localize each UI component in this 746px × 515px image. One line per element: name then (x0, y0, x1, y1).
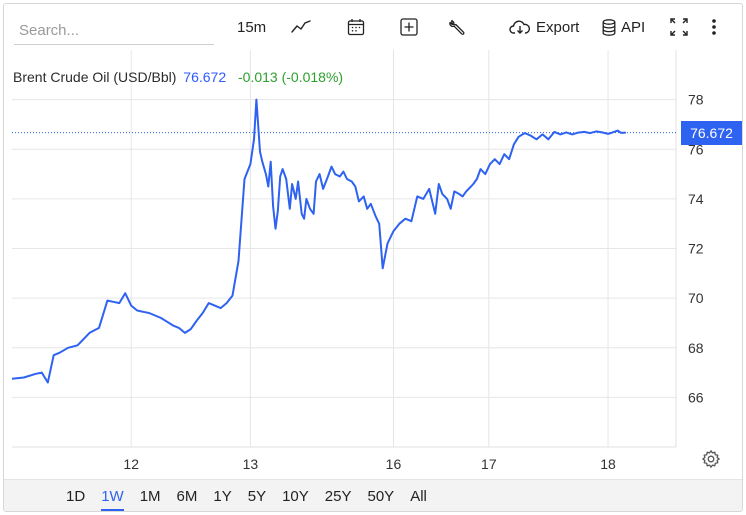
x-tick-label: 17 (481, 456, 497, 472)
range-button-10y[interactable]: 10Y (282, 486, 309, 511)
x-tick-label: 12 (123, 456, 139, 472)
price-chart[interactable]: 6668707274767812 13 16 17 18 (4, 50, 742, 478)
line-chart-icon (291, 20, 311, 34)
range-bar: 1D 1W 1M 6M 1Y 5Y 10Y 25Y 50Y All (4, 479, 742, 511)
last-price-tag: 76.672 (681, 121, 742, 145)
more-vertical-icon (711, 18, 717, 36)
range-button-6m[interactable]: 6M (177, 486, 198, 511)
more-menu-button[interactable] (711, 14, 717, 40)
export-button[interactable]: Export (509, 14, 579, 40)
range-button-1w[interactable]: 1W (101, 486, 124, 511)
y-tick-label: 72 (688, 241, 704, 257)
fullscreen-icon (670, 18, 688, 36)
plus-box-icon (400, 18, 418, 36)
last-price: 76.672 (183, 69, 227, 85)
search-input[interactable] (14, 15, 214, 45)
interval-selector[interactable]: 15m (237, 14, 266, 40)
interval-label: 15m (237, 18, 267, 36)
range-button-1m[interactable]: 1M (140, 486, 161, 511)
price-change: -0.013 (-0.018%) (238, 69, 344, 85)
database-icon (602, 18, 616, 36)
date-range-button[interactable] (347, 14, 365, 40)
x-tick-label: 18 (600, 456, 616, 472)
export-label: Export (536, 18, 580, 36)
y-tick-label: 78 (688, 92, 704, 108)
y-tick-label: 70 (688, 290, 704, 306)
cloud-download-icon (509, 19, 531, 35)
add-indicator-button[interactable] (400, 14, 418, 40)
chart-legend: Brent Crude Oil (USD/Bbl) 76.672 -0.013 … (13, 69, 343, 85)
range-button-all[interactable]: All (410, 486, 427, 511)
chart-widget: 15m Export (3, 3, 743, 512)
toolbar: 15m Export (4, 4, 742, 50)
range-button-1d[interactable]: 1D (66, 486, 85, 511)
calendar-icon (347, 18, 365, 36)
y-tick-label: 74 (688, 191, 704, 207)
tools-button[interactable] (449, 14, 467, 40)
fullscreen-button[interactable] (670, 14, 688, 40)
range-button-50y[interactable]: 50Y (368, 486, 395, 511)
range-button-1y[interactable]: 1Y (213, 486, 231, 511)
range-selector: 1D 1W 1M 6M 1Y 5Y 10Y 25Y 50Y All (66, 486, 443, 511)
series-line-brent (11, 98, 626, 384)
api-button[interactable]: API (602, 14, 645, 40)
range-button-25y[interactable]: 25Y (325, 486, 352, 511)
range-button-5y[interactable]: 5Y (248, 486, 266, 511)
settings-button[interactable] (701, 449, 723, 471)
wrench-icon (449, 18, 467, 36)
x-tick-label: 13 (243, 456, 259, 472)
y-tick-label: 68 (688, 340, 704, 356)
api-label: API (621, 18, 646, 36)
chart-type-button[interactable] (291, 14, 311, 40)
instrument-name: Brent Crude Oil (USD/Bbl) (13, 69, 177, 85)
x-tick-label: 16 (386, 456, 402, 472)
y-tick-label: 66 (688, 389, 704, 405)
gear-icon (701, 450, 721, 473)
